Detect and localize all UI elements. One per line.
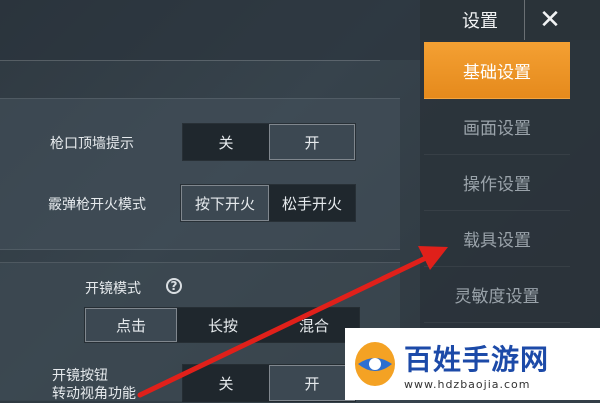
help-icon[interactable]: ? (166, 278, 182, 294)
scope-button-on[interactable]: 开 (269, 365, 355, 401)
shotgun-fire-mode-label: 霰弹枪开火模式 (48, 197, 146, 213)
press-fire-button[interactable]: 按下开火 (181, 185, 269, 221)
muzzle-hint-toggle: 关 开 (182, 123, 356, 161)
muzzle-hint-label: 枪口顶墙提示 (50, 136, 134, 152)
watermark-text: 百姓手游网 (404, 343, 550, 376)
nav-item-sensitivity[interactable]: 灵敏度设置 (424, 266, 570, 323)
scope-mode-toggle: 点击 长按 混合 (84, 307, 360, 343)
settings-title: 设置 (462, 11, 498, 32)
release-fire-button[interactable]: 松手开火 (269, 185, 355, 221)
divider (0, 60, 380, 61)
settings-section-gun (0, 98, 400, 250)
watermark-logo-icon (355, 342, 395, 386)
nav-item-basic[interactable]: 基础设置 (424, 42, 570, 99)
scope-mode-label: 开镜模式 (85, 281, 141, 297)
header-divider (524, 0, 525, 40)
muzzle-hint-on-button[interactable]: 开 (269, 124, 355, 160)
scope-button-label-line2: 转动视角功能 (52, 386, 136, 402)
nav-item-graphics[interactable]: 画面设置 (424, 98, 570, 155)
scope-tap-button[interactable]: 点击 (85, 308, 177, 342)
nav-item-controls[interactable]: 操作设置 (424, 154, 570, 211)
scope-button-toggle: 关 开 (182, 364, 356, 402)
scope-hold-button[interactable]: 长按 (177, 308, 269, 342)
scope-button-off[interactable]: 关 (183, 365, 269, 401)
muzzle-hint-off-button[interactable]: 关 (183, 124, 269, 160)
shotgun-fire-mode-toggle: 按下开火 松手开火 (180, 184, 356, 222)
top-strip (0, 0, 420, 60)
nav-item-vehicle[interactable]: 载具设置 (424, 210, 570, 267)
scope-button-label-line1: 开镜按钮 (52, 368, 108, 384)
close-icon[interactable]: ✕ (528, 2, 572, 38)
watermark-url: www.hdzbaojia.com (404, 378, 531, 391)
